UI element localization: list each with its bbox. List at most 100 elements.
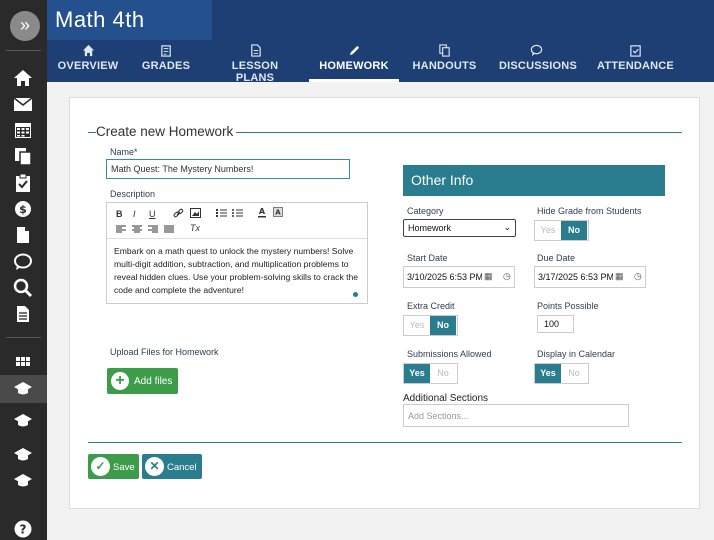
name-label: Name* <box>110 147 138 157</box>
cancel-label: Cancel <box>167 462 197 473</box>
hide-grade-toggle[interactable]: Yes No <box>534 220 589 241</box>
toggle-yes[interactable]: Yes <box>535 221 561 240</box>
clipboard-check-icon <box>629 44 642 57</box>
toggle-no[interactable]: No <box>430 364 456 383</box>
resize-handle[interactable] <box>353 292 358 297</box>
dollar-icon[interactable]: $ <box>13 199 33 219</box>
clear-format-button[interactable]: Tx <box>190 223 200 233</box>
svg-text:?: ? <box>20 523 27 537</box>
legend-line-left <box>88 132 96 133</box>
toggle-yes[interactable]: Yes <box>404 364 430 383</box>
display-calendar-label: Display in Calendar <box>537 349 616 359</box>
link-icon[interactable] <box>173 208 184 221</box>
expand-rail-button[interactable]: » <box>10 11 40 41</box>
copy-icon <box>438 44 451 57</box>
due-date-input[interactable]: 3/17/2025 6:53 PM ▦ ◷ <box>534 266 646 288</box>
sections-input[interactable]: Add Sections... <box>403 404 629 427</box>
graduation-cap-icon[interactable] <box>13 445 33 465</box>
file-icon[interactable] <box>13 304 33 324</box>
tab-attendance[interactable]: ATTENDANCE <box>597 44 674 82</box>
search-icon[interactable] <box>13 278 33 298</box>
start-date-label: Start Date <box>407 253 448 263</box>
svg-text:A: A <box>259 207 266 216</box>
underline-button[interactable]: U <box>149 209 156 219</box>
tab-lesson-plans[interactable]: LESSON PLANS <box>214 44 296 84</box>
add-files-button[interactable]: + Add files <box>107 368 178 394</box>
start-date-input[interactable]: 3/10/2025 6:53 PM ▦ ◷ <box>403 266 515 288</box>
description-text[interactable]: Embark on a math quest to unlock the mys… <box>114 245 360 297</box>
extra-credit-toggle[interactable]: Yes No <box>403 315 458 336</box>
tab-label: ATTENDANCE <box>597 60 674 72</box>
category-value: Homework <box>408 223 452 233</box>
tab-homework[interactable]: HOMEWORK <box>309 44 399 82</box>
tab-grades[interactable]: GRADES <box>137 44 195 82</box>
align-right-icon[interactable] <box>148 225 158 235</box>
toggle-no[interactable]: No <box>561 221 587 240</box>
toggle-yes[interactable]: Yes <box>404 316 430 335</box>
close-icon: ✕ <box>145 457 164 476</box>
tab-discussions[interactable]: DISCUSSIONS <box>499 44 577 82</box>
graduation-cap-icon[interactable] <box>13 379 33 399</box>
rail-divider <box>6 50 41 51</box>
grid-icon[interactable] <box>13 352 33 372</box>
clock-icon[interactable]: ◷ <box>634 271 642 282</box>
toggle-no[interactable]: No <box>430 316 456 335</box>
add-files-label: Add files <box>134 376 173 387</box>
toggle-no[interactable]: No <box>561 364 587 383</box>
tab-label: HOMEWORK <box>319 60 389 72</box>
help-icon[interactable]: ? <box>13 519 33 539</box>
tab-label: OVERVIEW <box>57 60 119 72</box>
cancel-button[interactable]: ✕ Cancel <box>142 454 202 479</box>
align-left-icon[interactable] <box>116 225 126 235</box>
italic-button[interactable]: I <box>133 209 136 219</box>
tab-label: LESSON PLANS <box>231 60 279 84</box>
calendar-icon[interactable]: ▦ <box>482 271 493 282</box>
image-icon[interactable] <box>190 208 201 220</box>
home-icon[interactable] <box>13 68 33 88</box>
background-color-icon[interactable]: A <box>273 207 283 220</box>
clock-icon[interactable]: ◷ <box>503 271 511 282</box>
chat-icon[interactable] <box>13 252 33 272</box>
course-title-box: Math 4th <box>47 0 212 40</box>
course-title: Math 4th <box>55 7 145 32</box>
bold-button[interactable]: B <box>116 209 123 219</box>
document-icon[interactable] <box>13 225 33 245</box>
tab-handouts[interactable]: HANDOUTS <box>412 44 477 82</box>
mail-icon[interactable] <box>13 94 33 114</box>
tab-overview[interactable]: OVERVIEW <box>53 44 123 82</box>
plus-icon: + <box>111 372 129 390</box>
bullet-list-icon[interactable] <box>232 208 243 220</box>
category-select[interactable]: Homework ⌄ <box>403 219 516 237</box>
toggle-yes[interactable]: Yes <box>535 364 561 383</box>
additional-sections-label: Additional Sections <box>403 393 489 404</box>
extra-credit-label: Extra Credit <box>407 301 455 311</box>
numbered-list-icon[interactable] <box>216 208 227 220</box>
svg-text:A: A <box>275 209 281 217</box>
tab-label: HANDOUTS <box>412 60 477 72</box>
save-button[interactable]: ✓ Save <box>88 454 139 479</box>
graduation-cap-icon[interactable] <box>13 471 33 491</box>
start-date-value: 3/10/2025 6:53 PM <box>407 272 484 282</box>
editor-toolbar: B I U A A Tx <box>107 203 367 239</box>
graduation-cap-icon[interactable] <box>13 411 33 431</box>
svg-text:$: $ <box>19 203 27 216</box>
hide-grade-label: Hide Grade from Students <box>537 206 642 216</box>
description-label: Description <box>110 189 156 199</box>
submissions-toggle[interactable]: Yes No <box>403 363 458 384</box>
name-input[interactable]: Math Quest: The Mystery Numbers! <box>106 159 350 179</box>
home-icon <box>82 44 95 57</box>
clipboard-check-icon[interactable] <box>13 173 33 193</box>
upload-label: Upload Files for Homework <box>110 347 219 357</box>
calendar-icon[interactable] <box>13 120 33 140</box>
align-center-icon[interactable] <box>132 225 142 235</box>
text-color-icon[interactable]: A <box>257 207 267 220</box>
align-justify-icon[interactable] <box>164 225 174 235</box>
chat-icon <box>530 44 543 57</box>
points-input[interactable]: 100 <box>537 315 574 333</box>
description-editor: B I U A A Tx Embark on a math quest to u… <box>106 202 368 304</box>
calendar-icon[interactable]: ▦ <box>613 271 624 282</box>
display-calendar-toggle[interactable]: Yes No <box>534 363 589 384</box>
copy-icon[interactable] <box>13 146 33 166</box>
form-legend: Create new Homework <box>96 124 234 139</box>
tab-label: GRADES <box>141 60 191 72</box>
